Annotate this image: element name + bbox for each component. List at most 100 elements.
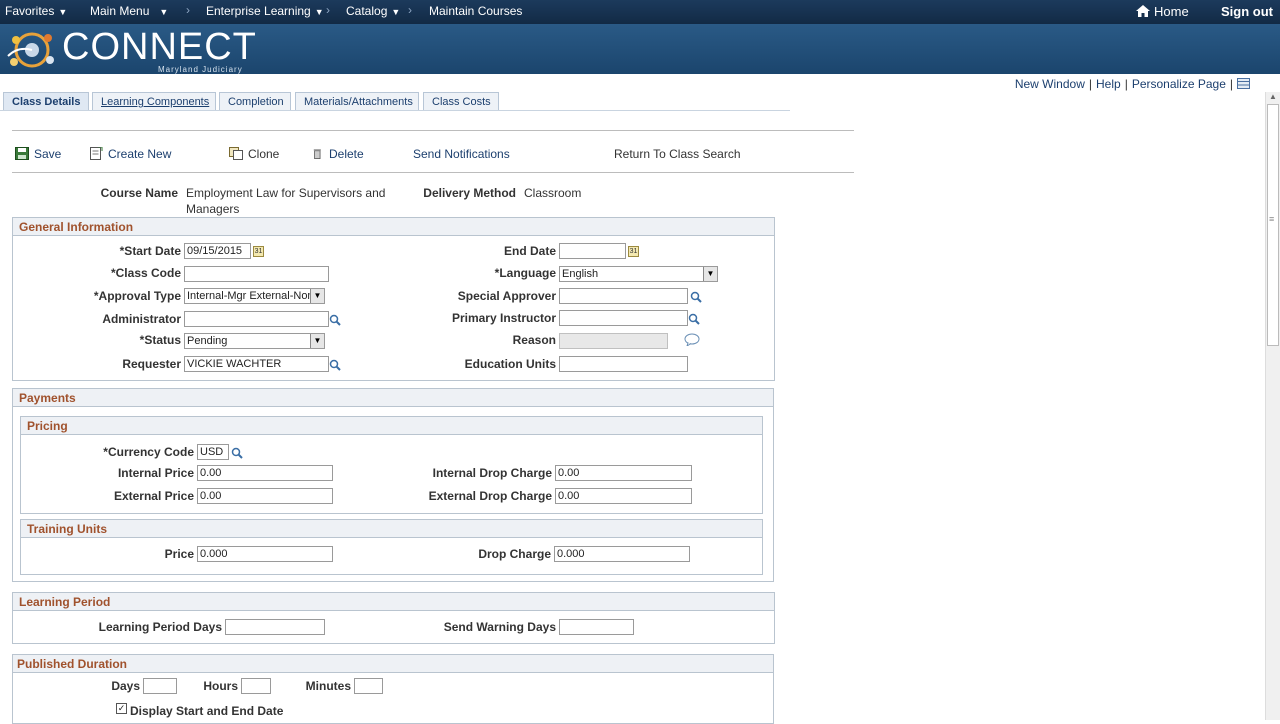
- status-select[interactable]: Pending ▼: [184, 333, 325, 349]
- approval-type-label: *Approval Type: [93, 289, 181, 303]
- end-date-label: End Date: [503, 244, 556, 258]
- price-label: Price: [164, 547, 194, 561]
- start-date-label: *Start Date: [119, 244, 181, 258]
- end-date-input[interactable]: [559, 243, 626, 259]
- internal-price-label: Internal Price: [117, 466, 194, 480]
- dropdown-arrow-icon[interactable]: ▼: [310, 334, 324, 348]
- currency-code-input[interactable]: USD: [197, 444, 229, 460]
- search-icon[interactable]: [329, 359, 341, 371]
- send-warning-days-input[interactable]: [559, 619, 634, 635]
- home-label: Home: [1154, 4, 1189, 19]
- dropdown-arrow-icon[interactable]: ▼: [310, 289, 324, 303]
- class-code-input[interactable]: [184, 266, 329, 282]
- breadcrumb-separator-icon: ›: [408, 3, 412, 17]
- status-value: Pending: [187, 335, 228, 347]
- home-link[interactable]: Home: [1136, 4, 1189, 19]
- primary-instructor-input[interactable]: [559, 310, 688, 326]
- tab-learning-components[interactable]: Learning Components: [92, 92, 216, 111]
- internal-price-input[interactable]: 0.00: [197, 465, 333, 481]
- header-banner: CONNECT Maryland Judiciary: [0, 24, 1280, 74]
- scroll-up-icon[interactable]: ▲: [1269, 92, 1277, 101]
- main-menu[interactable]: Main Menu ▼: [90, 4, 168, 18]
- primary-instructor-label: Primary Instructor: [451, 311, 556, 325]
- duration-days-input[interactable]: [143, 678, 177, 694]
- grid-layout-icon[interactable]: [1237, 78, 1250, 89]
- trash-icon: [313, 149, 321, 159]
- chevron-down-icon: ▼: [391, 7, 401, 17]
- duration-minutes-input[interactable]: [354, 678, 383, 694]
- published-duration-title: Published Duration: [13, 655, 773, 673]
- duration-days-label: Days: [111, 679, 140, 693]
- requester-input[interactable]: VICKIE WACHTER: [184, 356, 329, 372]
- tab-class-details[interactable]: Class Details: [3, 92, 90, 111]
- drop-charge-input[interactable]: 0.000: [554, 546, 690, 562]
- requester-label: Requester: [122, 357, 181, 371]
- create-new-button[interactable]: Create New: [89, 147, 171, 161]
- language-select[interactable]: English ▼: [559, 266, 718, 282]
- sign-out-link[interactable]: Sign out: [1221, 4, 1273, 19]
- course-name-line1: Employment Law for Supervisors and: [186, 186, 386, 200]
- help-link[interactable]: Help: [1096, 77, 1121, 91]
- learning-period-title: Learning Period: [13, 593, 774, 611]
- delivery-method-value: Classroom: [524, 186, 582, 200]
- duration-hours-input[interactable]: [241, 678, 271, 694]
- tab-class-costs[interactable]: Class Costs: [423, 92, 499, 111]
- scroll-grip-icon: ≡: [1269, 214, 1275, 224]
- calendar-icon[interactable]: 31: [253, 246, 264, 257]
- tab-completion[interactable]: Completion: [219, 92, 291, 111]
- payments-title: Payments: [13, 389, 773, 407]
- clone-label: Clone: [248, 147, 280, 161]
- vertical-scrollbar[interactable]: ▲ ≡: [1265, 92, 1280, 720]
- education-units-label: Education Units: [464, 357, 556, 371]
- tab-materials-attachments[interactable]: Materials/Attachments: [295, 92, 419, 111]
- education-units-input[interactable]: [559, 356, 688, 372]
- calendar-icon[interactable]: 31: [628, 246, 639, 257]
- delete-button[interactable]: Delete: [313, 147, 364, 161]
- personalize-page-link[interactable]: Personalize Page: [1132, 77, 1226, 91]
- duration-hours-label: Hours: [203, 679, 238, 693]
- search-icon[interactable]: [690, 291, 702, 303]
- send-notifications-button[interactable]: Send Notifications: [413, 147, 510, 161]
- toolbar-divider-top: [12, 130, 854, 131]
- display-start-end-date-checkbox[interactable]: ✓: [116, 703, 127, 714]
- currency-code-label: *Currency Code: [103, 445, 194, 459]
- save-button[interactable]: Save: [15, 147, 61, 161]
- send-warning-days-label: Send Warning Days: [443, 620, 556, 634]
- search-icon[interactable]: [329, 314, 341, 326]
- enterprise-learning-label: Enterprise Learning: [206, 4, 311, 18]
- save-label: Save: [34, 147, 62, 161]
- main-menu-label: Main Menu: [90, 4, 150, 18]
- return-to-class-search-button[interactable]: Return To Class Search: [614, 147, 741, 161]
- catalog-label: Catalog: [346, 4, 388, 18]
- maintain-courses-link[interactable]: Maintain Courses: [429, 4, 522, 18]
- favorites-menu[interactable]: Favorites ▼: [5, 4, 67, 18]
- chevron-down-icon: ▼: [159, 7, 169, 17]
- price-input[interactable]: 0.000: [197, 546, 333, 562]
- clone-button[interactable]: Clone: [229, 147, 279, 161]
- learning-period-days-input[interactable]: [225, 619, 325, 635]
- catalog-menu[interactable]: Catalog ▼: [346, 4, 400, 18]
- approval-type-select[interactable]: Internal-Mgr External-Non ▼: [184, 288, 325, 304]
- breadcrumb-separator-icon: ›: [186, 3, 190, 17]
- special-approver-label: Special Approver: [457, 289, 556, 303]
- display-start-end-date-label: Display Start and End Date: [130, 704, 284, 718]
- comment-icon[interactable]: [684, 333, 700, 346]
- start-date-input[interactable]: 09/15/2015: [184, 243, 251, 259]
- external-price-input[interactable]: 0.00: [197, 488, 333, 504]
- special-approver-input[interactable]: [559, 288, 688, 304]
- class-code-label: *Class Code: [110, 266, 181, 280]
- administrator-input[interactable]: [184, 311, 329, 327]
- chevron-down-icon: ▼: [314, 7, 324, 17]
- search-icon[interactable]: [231, 447, 243, 459]
- new-window-link[interactable]: New Window: [1015, 77, 1085, 91]
- learning-period-days-label: Learning Period Days: [98, 620, 222, 634]
- external-drop-charge-input[interactable]: 0.00: [555, 488, 692, 504]
- delivery-method-label: Delivery Method: [423, 186, 516, 200]
- dropdown-arrow-icon[interactable]: ▼: [703, 267, 717, 281]
- internal-drop-charge-input[interactable]: 0.00: [555, 465, 692, 481]
- search-icon[interactable]: [688, 313, 700, 325]
- enterprise-learning-menu[interactable]: Enterprise Learning ▼: [206, 4, 324, 18]
- scrollbar-thumb[interactable]: [1267, 104, 1279, 346]
- chevron-down-icon: ▼: [58, 7, 68, 17]
- reason-label: Reason: [512, 333, 556, 347]
